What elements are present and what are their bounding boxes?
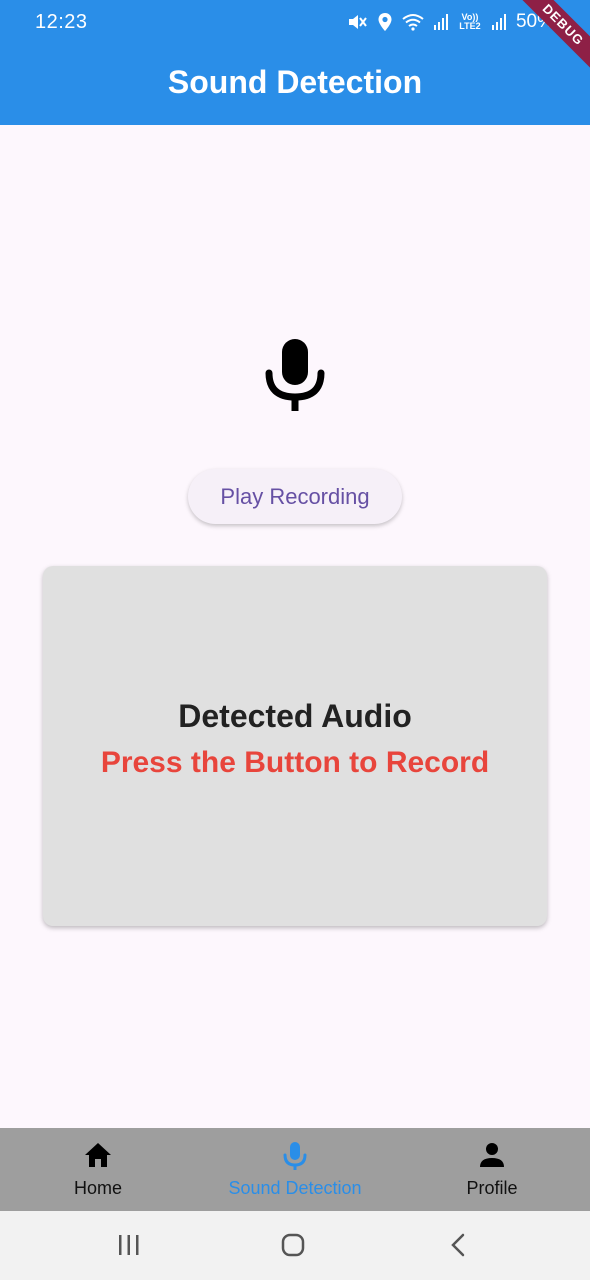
bottom-navigation: Home Sound Detection Profile — [0, 1128, 590, 1211]
back-icon[interactable] — [448, 1233, 468, 1262]
app-bar: 12:23 Vo)) LTE2 50% DEBUG Sound Detectio… — [0, 0, 590, 125]
lte-label: Vo)) LTE2 — [459, 12, 481, 31]
mic-icon — [265, 339, 325, 411]
signal-icon — [491, 13, 507, 31]
nav-item-sound-detection[interactable]: Sound Detection — [197, 1128, 393, 1211]
nav-item-profile[interactable]: Profile — [394, 1128, 590, 1211]
system-navigation-bar — [0, 1211, 590, 1280]
location-icon — [377, 12, 393, 32]
detected-audio-card: Detected Audio Press the Button to Recor… — [43, 566, 547, 926]
recent-apps-icon[interactable] — [117, 1233, 141, 1262]
nav-label-profile: Profile — [466, 1178, 518, 1198]
status-time: 12:23 — [35, 11, 88, 33]
mic-icon — [283, 1141, 307, 1176]
nav-item-home[interactable]: Home — [0, 1128, 196, 1211]
nav-label-sound-detection: Sound Detection — [228, 1178, 362, 1198]
detected-audio-title: Detected Audio — [178, 698, 412, 734]
home-circle-icon[interactable] — [281, 1233, 305, 1262]
nav-label-home: Home — [73, 1178, 122, 1198]
play-recording-button[interactable]: Play Recording — [188, 469, 402, 524]
home-icon — [83, 1141, 113, 1174]
status-icons: Vo)) LTE2 50% — [346, 9, 554, 35]
wifi-icon — [402, 13, 424, 31]
person-icon — [478, 1141, 506, 1174]
record-mic-button[interactable] — [265, 337, 325, 413]
page-title: Sound Detection — [167, 64, 423, 100]
record-status-text: Press the Button to Record — [100, 746, 490, 779]
signal-icon — [433, 13, 449, 31]
mute-icon — [346, 12, 368, 32]
